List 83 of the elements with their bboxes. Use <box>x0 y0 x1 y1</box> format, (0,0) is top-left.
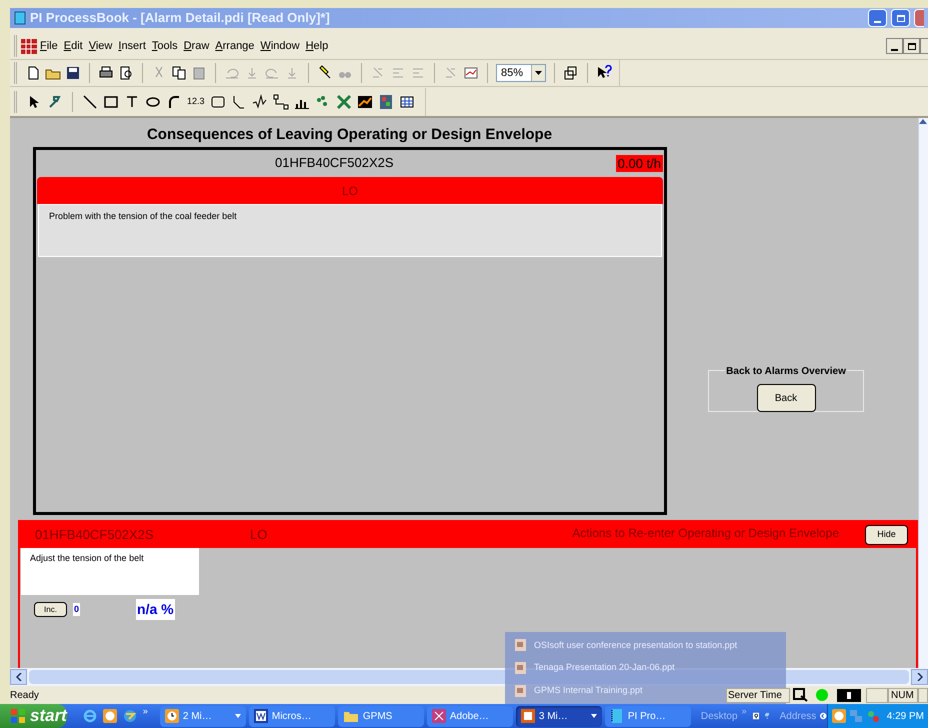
server-time: Server Time <box>726 688 790 702</box>
notebook-icon <box>14 11 26 25</box>
alarm-state-bar: LO <box>37 177 663 204</box>
desktop-toolbar-label: Desktop <box>700 710 738 724</box>
slides-icon <box>520 709 535 723</box>
status-panel <box>918 688 928 702</box>
taskbar-item[interactable]: Micros… <box>248 706 335 726</box>
trend-icon[interactable] <box>252 94 268 110</box>
caret-icon <box>535 71 542 75</box>
arc-icon[interactable] <box>166 94 182 110</box>
slides-icon <box>515 662 526 674</box>
help-icon[interactable] <box>596 65 612 81</box>
hammer-icon[interactable] <box>47 94 63 110</box>
reading-value: 0.00 t/h <box>616 154 663 172</box>
browser-icon[interactable] <box>82 709 97 723</box>
vertical-scrollbar[interactable] <box>918 118 928 668</box>
num-lock: NUM <box>888 688 918 702</box>
line-icon[interactable] <box>82 94 98 110</box>
group-label: Back to Alarms Overview <box>726 366 846 377</box>
button-tool-icon[interactable] <box>210 94 226 110</box>
up-arrow-icon[interactable] <box>919 118 927 124</box>
connector-icon[interactable] <box>230 94 247 110</box>
menu-item[interactable]: Window <box>257 38 303 54</box>
slides-icon <box>515 684 526 697</box>
clock-time: 4:29 PM <box>886 710 924 724</box>
clock-icon <box>164 709 179 723</box>
table-icon[interactable] <box>398 94 415 110</box>
count-value: 0 <box>73 602 80 616</box>
grid-icon[interactable] <box>463 65 479 81</box>
text-tool-icon[interactable] <box>124 94 140 110</box>
menu-item[interactable]: Insert <box>115 38 149 54</box>
restore-button[interactable] <box>903 38 920 54</box>
flashlight-icon[interactable] <box>317 65 333 81</box>
description-box: Problem with the tension of the coal feeder belt <box>38 204 662 257</box>
actions-title: Actions to Re-enter Operating or Design Envelope <box>572 525 839 542</box>
percent-value: n/a % <box>136 599 175 620</box>
window-icon <box>793 688 809 702</box>
taskbar-item[interactable]: GPMS <box>338 706 424 726</box>
more-chevron[interactable]: » <box>142 705 148 719</box>
windows-logo-icon <box>10 708 26 724</box>
clock-icon[interactable] <box>102 709 117 723</box>
status-dot <box>815 688 829 702</box>
indicator-icon <box>837 688 861 702</box>
menu-item[interactable]: File <box>37 38 61 54</box>
map-icon[interactable] <box>378 94 394 110</box>
alarm-state: LO <box>250 526 268 544</box>
menu-item[interactable]: View <box>86 38 116 54</box>
back-button[interactable]: Back <box>756 384 816 412</box>
value-tool[interactable]: 12.3 <box>187 97 205 106</box>
save-icon[interactable] <box>65 65 81 81</box>
globe-icon[interactable] <box>122 709 137 723</box>
status-text: Ready <box>10 688 39 702</box>
menu-item[interactable]: Help <box>302 38 332 54</box>
hide-button[interactable]: Hide <box>865 525 908 545</box>
status-panel <box>866 688 888 702</box>
clock-icon[interactable] <box>832 709 846 723</box>
menu-item[interactable]: Draw <box>180 38 212 54</box>
tag-name: 01HFB40CF502X2S <box>35 526 155 544</box>
zoom-dropdown[interactable]: 85% <box>496 64 546 82</box>
menu-item[interactable]: Edit <box>60 38 86 54</box>
taskbar-item[interactable]: PI Pro… <box>604 706 691 726</box>
taskbar-item[interactable]: 3 Mi… <box>516 706 602 726</box>
display-title: Consequences of Leaving Operating or Design Envelope <box>146 126 554 144</box>
menu-item[interactable]: Arrange <box>212 38 258 54</box>
address-label: Address <box>780 710 816 724</box>
slides-icon <box>515 639 526 652</box>
pdf-icon <box>432 709 446 723</box>
chart-icon[interactable] <box>356 94 373 110</box>
copy-icon[interactable] <box>171 65 187 81</box>
preview-icon[interactable] <box>118 65 134 81</box>
taskbar-item[interactable]: 2 Mi… <box>160 706 246 726</box>
windows-icon[interactable] <box>563 65 579 81</box>
rectangle-icon[interactable] <box>103 94 119 110</box>
book-icon <box>610 708 624 724</box>
tag-name: 01HFB40CF502X2S <box>275 154 394 172</box>
flow-icon[interactable] <box>272 94 289 110</box>
taskbar-item[interactable]: Adobe… <box>426 706 513 726</box>
folder-icon <box>342 709 359 723</box>
window-title: PI ProcessBook - [Alarm Detail.pdi [Read Only]*] <box>30 9 330 28</box>
inc-button[interactable]: Inc. <box>34 602 67 617</box>
menu-item[interactable]: Tools <box>148 38 181 54</box>
minimize-button[interactable] <box>886 38 903 54</box>
action-box: Adjust the tension of the belt <box>21 548 199 595</box>
